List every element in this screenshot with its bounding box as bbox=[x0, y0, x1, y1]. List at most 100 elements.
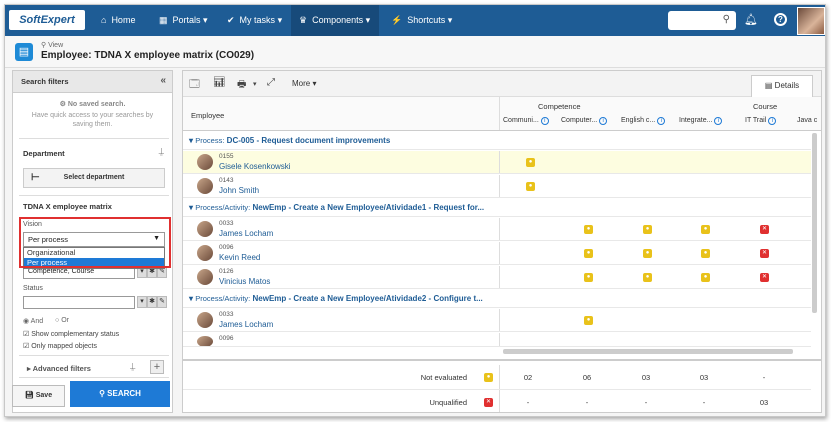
unqualified-badge[interactable]: ✕ bbox=[760, 249, 769, 258]
page-title: Employee: TDNA X employee matrix (CO029) bbox=[41, 50, 255, 61]
unqualified-label: Unqualified bbox=[429, 398, 467, 407]
unqualified-badge[interactable]: ✕ bbox=[760, 273, 769, 282]
chart-icon[interactable]: 📊︎ bbox=[213, 77, 226, 88]
column-header[interactable]: Java c bbox=[797, 117, 817, 124]
column-header[interactable]: Communi... i bbox=[503, 117, 549, 125]
dropdown-arrow-icon[interactable]: ▾ bbox=[137, 296, 147, 308]
view-label: ⚲ View bbox=[41, 42, 64, 49]
no-saved-search: ⚙ No saved search. bbox=[59, 101, 126, 108]
unqualified-badge[interactable]: ✕ bbox=[760, 225, 769, 234]
print-icon[interactable]: 🖶︎ bbox=[237, 77, 246, 94]
column-header[interactable]: IT Trail i bbox=[745, 117, 777, 125]
grid-header: Employee Competence Course Communi... i C… bbox=[183, 97, 821, 131]
group-row[interactable]: ▾ Process: DC-005 - Request document imp… bbox=[183, 132, 811, 150]
not-evaluated-badge[interactable]: ● bbox=[701, 225, 710, 234]
not-evaluated-badge[interactable]: ● bbox=[701, 273, 710, 282]
table-row[interactable]: 0155 Gisele Kosenkowski ● bbox=[183, 151, 811, 174]
group-row[interactable]: ▾ Process/Activity: NewEmp - Create a Ne… bbox=[183, 290, 811, 308]
not-evaluated-badge[interactable]: ● bbox=[643, 273, 652, 282]
table-row[interactable]: 0096 bbox=[183, 333, 811, 347]
home-icon: ⌂ bbox=[101, 15, 107, 25]
softexpert-logo[interactable]: SoftExpert bbox=[9, 10, 85, 30]
not-evaluated-badge[interactable]: ● bbox=[584, 249, 593, 258]
bell-icon[interactable]: 🔔︎ bbox=[744, 13, 758, 26]
nav-home[interactable]: ⌂ Home bbox=[93, 5, 151, 36]
nav-my-tasks[interactable]: ✔ My tasks ▾ bbox=[219, 5, 291, 36]
employee-column-header: Employee bbox=[191, 111, 225, 120]
expand-icon[interactable]: ⤢ bbox=[267, 77, 275, 88]
avatar bbox=[197, 154, 213, 170]
not-evaluated-badge[interactable]: ● bbox=[526, 158, 535, 167]
show-complementary-checkbox[interactable]: ☑ Show complementary status bbox=[23, 330, 119, 338]
save-button[interactable]: 💾︎ Save bbox=[12, 385, 65, 407]
not-evaluated-badge[interactable]: ● bbox=[584, 225, 593, 234]
and-radio[interactable]: ◉ And bbox=[23, 317, 43, 325]
not-evaluated-badge[interactable]: ● bbox=[584, 273, 593, 282]
not-evaluated-badge[interactable]: ● bbox=[701, 249, 710, 258]
view-icon[interactable]: 🗔︎ bbox=[189, 77, 200, 94]
not-evaluated-badge[interactable]: ● bbox=[643, 225, 652, 234]
not-evaluated-badge[interactable]: ● bbox=[584, 316, 593, 325]
not-evaluated-badge[interactable]: ● bbox=[643, 249, 652, 258]
group-row[interactable]: ▾ Process/Activity: NewEmp - Create a Ne… bbox=[183, 199, 811, 217]
course-group-header: Course bbox=[753, 102, 778, 111]
details-tab[interactable]: ▤ Details bbox=[751, 75, 813, 97]
only-mapped-checkbox[interactable]: ☑ Only mapped objects bbox=[23, 342, 97, 350]
vision-dropdown-list[interactable]: Organizational Per process bbox=[23, 247, 165, 269]
search-icon: ⚲ bbox=[722, 14, 730, 25]
more-button[interactable]: More ▾ bbox=[292, 79, 316, 88]
eraser-icon[interactable]: ✎ bbox=[157, 296, 167, 308]
clear-filter-icon[interactable]: ⍊ bbox=[159, 146, 164, 157]
table-row[interactable]: 0126 Vinicius Matos ● ● ● ✕ bbox=[183, 266, 811, 289]
matrix-panel: 🗔︎ 📊︎ 🖶︎ ▾ ⤢ More ▾ ▤ Details Employee C… bbox=[182, 70, 822, 413]
collapse-icon[interactable]: « bbox=[160, 75, 166, 86]
top-navigation: SoftExpert ⌂ Home ▦ Portals ▾ ✔ My tasks ▾ … bbox=[5, 5, 825, 36]
global-search-input[interactable]: ⚲ bbox=[668, 11, 736, 30]
column-header[interactable]: English c... i bbox=[621, 117, 666, 125]
department-title: Department bbox=[23, 149, 65, 158]
vertical-scrollbar[interactable] bbox=[812, 133, 817, 313]
vision-label: Vision bbox=[23, 221, 42, 228]
vision-option-per-process[interactable]: Per process bbox=[24, 258, 164, 268]
title-bar: ▤ ⚲ View Employee: TDNA X employee matri… bbox=[5, 36, 825, 68]
avatar bbox=[197, 336, 213, 346]
user-avatar[interactable] bbox=[797, 7, 825, 35]
lightning-icon: ⚡ bbox=[391, 15, 403, 25]
dropdown-arrow-icon: ▼ bbox=[153, 235, 160, 242]
unqualified-badge: ✕ bbox=[484, 398, 493, 407]
table-row[interactable]: 0033 James Locham ● bbox=[183, 309, 811, 332]
add-filter-button[interactable]: + bbox=[150, 360, 164, 374]
clear-icon[interactable]: ✱ bbox=[147, 296, 157, 308]
print-menu-arrow-icon[interactable]: ▾ bbox=[253, 80, 257, 88]
nav-shortcuts[interactable]: ⚡ Shortcuts ▾ bbox=[383, 5, 463, 36]
not-evaluated-badge[interactable]: ● bbox=[526, 182, 535, 191]
no-saved-search-hint: Have quick access to your searches by sa… bbox=[31, 112, 154, 128]
vision-option-organizational[interactable]: Organizational bbox=[24, 248, 164, 258]
status-select[interactable] bbox=[23, 296, 135, 309]
search-button[interactable]: ⚲ SEARCH bbox=[70, 381, 170, 407]
vision-select[interactable]: Per process ▼ bbox=[23, 232, 165, 247]
floppy-icon: 💾︎ bbox=[24, 392, 34, 399]
select-department-button[interactable]: ⊢ Select department bbox=[23, 168, 165, 188]
info-icon: i bbox=[599, 117, 608, 125]
status-label: Status bbox=[23, 285, 43, 292]
hierarchy-icon: ⊢ bbox=[31, 172, 40, 183]
avatar bbox=[197, 245, 213, 261]
nav-components[interactable]: ♛ Components ▾ bbox=[291, 5, 379, 36]
nav-portals[interactable]: ▦ Portals ▾ bbox=[151, 5, 219, 36]
help-icon[interactable]: ? bbox=[774, 13, 787, 26]
table-row[interactable]: 0033 James Locham ● ● ● ✕ bbox=[183, 218, 811, 241]
not-evaluated-badge: ● bbox=[484, 373, 493, 382]
competence-group-header: Competence bbox=[538, 102, 581, 111]
table-row[interactable]: 0143 John Smith ● bbox=[183, 175, 811, 198]
column-header[interactable]: Computer... i bbox=[561, 117, 608, 125]
advanced-filters-toggle[interactable]: ▸ Advanced filters bbox=[27, 364, 91, 373]
or-radio[interactable]: ○ Or bbox=[55, 317, 69, 324]
table-row[interactable]: 0096 Kevin Reed ● ● ● ✕ bbox=[183, 242, 811, 265]
column-header[interactable]: Integrate... i bbox=[679, 117, 723, 125]
trophy-icon: ♛ bbox=[299, 15, 308, 25]
horizontal-scrollbar[interactable] bbox=[503, 349, 793, 354]
clear-filter-icon[interactable]: ⍊ bbox=[130, 361, 135, 372]
avatar bbox=[197, 312, 213, 328]
search-filters-header: Search filters « bbox=[13, 71, 172, 93]
